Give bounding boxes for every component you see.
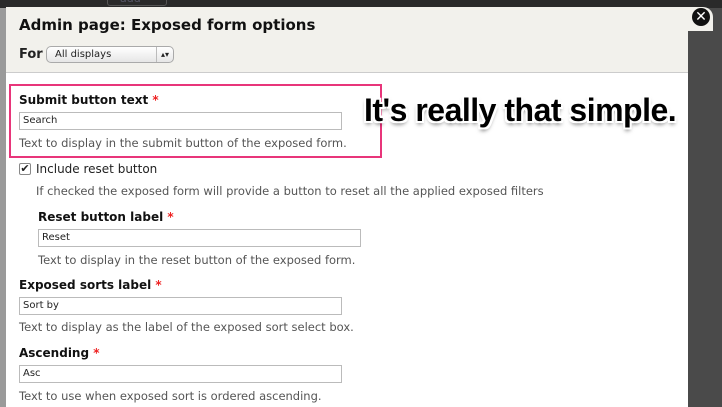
ascending-label: Ascending *	[19, 346, 100, 360]
exposed-sorts-label-desc: Text to display as the label of the expo…	[19, 320, 354, 334]
ascending-desc: Text to use when exposed sort is ordered…	[19, 389, 322, 403]
reset-button-label-desc: Text to display in the reset button of t…	[38, 253, 356, 267]
ascending-input[interactable]: Asc	[19, 365, 342, 383]
background-add-button: add	[107, 0, 167, 6]
include-reset-desc: If checked the exposed form will provide…	[36, 184, 544, 198]
close-icon[interactable]: ✕	[692, 8, 710, 26]
submit-button-text-desc: Text to display in the submit button of …	[19, 136, 347, 150]
modal-title: Admin page: Exposed form options	[19, 16, 316, 34]
annotation-callout: It's really that simple.	[364, 92, 677, 128]
include-reset-checkbox[interactable]: ✔	[19, 163, 31, 175]
reset-button-label-label: Reset button label *	[38, 210, 174, 224]
for-select-value: All displays	[55, 49, 112, 60]
include-reset-label: Include reset button	[36, 162, 158, 176]
select-arrows-icon: ▴▾	[156, 47, 173, 62]
for-display-select[interactable]: All displays ▴▾	[46, 46, 174, 63]
reset-button-label-input[interactable]: Reset	[38, 229, 361, 247]
for-label: For	[19, 47, 43, 62]
exposed-sorts-label-input[interactable]: Sort by	[19, 297, 342, 315]
exposed-sorts-label-label: Exposed sorts label *	[19, 278, 162, 292]
submit-button-text-input[interactable]: Search	[19, 112, 342, 130]
submit-button-text-label: Submit button text *	[19, 93, 159, 107]
